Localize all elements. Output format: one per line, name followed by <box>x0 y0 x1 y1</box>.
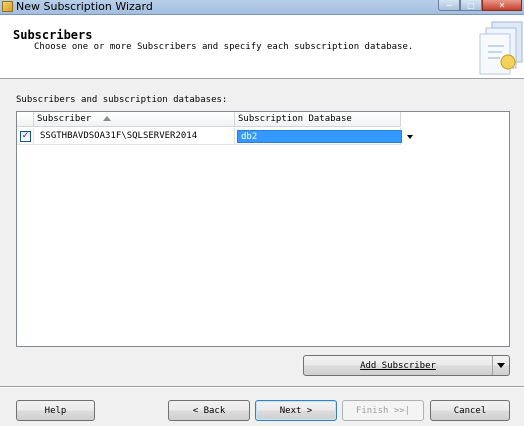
next-button[interactable]: Next > <box>255 400 337 421</box>
sort-ascending-icon <box>103 116 112 121</box>
subscribers-group-label: Subscribers and subscription databases: <box>16 95 227 105</box>
subscriber-cell[interactable]: SSGTHBAVDSOA31F\SQLSERVER2014 <box>34 128 235 145</box>
add-subscriber-button[interactable]: Add Subscriber <box>303 355 510 376</box>
back-button[interactable]: < Back <box>168 400 250 421</box>
chevron-down-icon[interactable] <box>403 130 417 143</box>
column-header-subscriber-label: Subscriber <box>37 114 92 124</box>
title-bar: New Subscription Wizard ─ □ ✕ <box>0 0 524 15</box>
finish-button[interactable]: Finish >>| <box>342 400 424 421</box>
wizard-graphic-icon <box>479 21 523 75</box>
group-label-text: Subscribers and subscription databases: <box>16 95 228 105</box>
column-header-database[interactable]: Subscription Database <box>235 112 401 127</box>
subscription-database-value: db2 <box>237 130 402 143</box>
add-subscriber-label: Add Subscriber <box>304 356 493 375</box>
subscriber-checkbox[interactable]: ✓ <box>20 131 31 142</box>
minimize-button[interactable]: ─ <box>438 0 460 11</box>
footer-separator <box>0 386 524 388</box>
database-cell: db2 <box>235 128 413 145</box>
page-title: Subscribers <box>13 28 93 42</box>
wizard-window: New Subscription Wizard ─ □ ✕ Subscriber… <box>0 0 524 426</box>
add-subscriber-text: Add Subscriber <box>360 360 436 371</box>
cancel-button[interactable]: Cancel <box>430 400 510 421</box>
column-header-subscriber[interactable]: Subscriber <box>34 112 235 127</box>
subscribers-grid[interactable]: Subscriber Subscription Database ✓ SSGTH… <box>16 111 510 347</box>
subscription-database-dropdown[interactable]: db2 <box>237 130 417 143</box>
window-controls: ─ □ ✕ <box>438 0 522 12</box>
column-header-database-label: Subscription Database <box>238 114 352 124</box>
app-icon <box>2 1 13 12</box>
check-icon: ✓ <box>21 131 30 141</box>
help-button[interactable]: Help <box>16 400 95 421</box>
row-check-cell: ✓ <box>17 128 34 145</box>
column-header-check[interactable] <box>17 112 34 127</box>
close-button[interactable]: ✕ <box>482 0 522 11</box>
chevron-down-icon[interactable] <box>493 356 509 375</box>
window-title: New Subscription Wizard <box>16 0 153 13</box>
table-row[interactable]: ✓ SSGTHBAVDSOA31F\SQLSERVER2014 db2 <box>17 128 413 145</box>
wizard-header: Subscribers Choose one or more Subscribe… <box>0 15 524 79</box>
page-subtitle: Choose one or more Subscribers and speci… <box>34 42 414 52</box>
maximize-button[interactable]: □ <box>460 0 482 11</box>
